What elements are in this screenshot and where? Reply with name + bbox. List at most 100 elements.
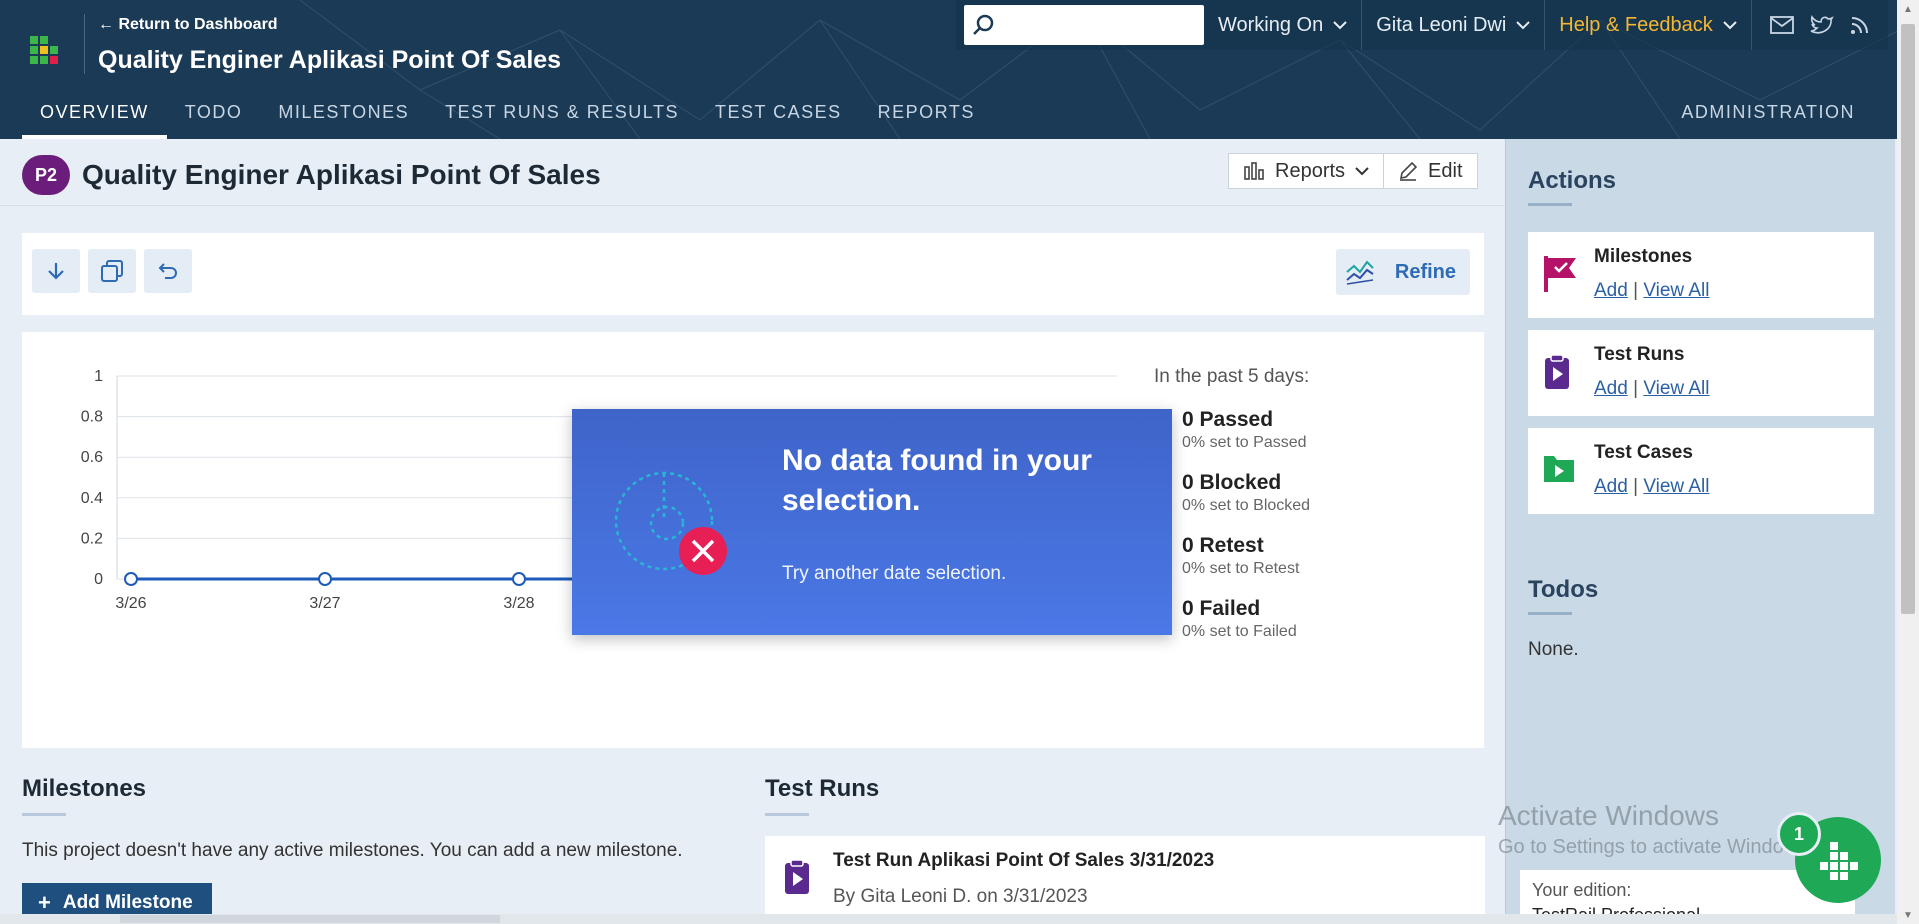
y-tick-label: 0.8 <box>81 409 103 426</box>
copy-icon <box>101 260 123 282</box>
action-card-test-runs: Test Runs Add | View All <box>1528 330 1874 416</box>
social-icons <box>1752 15 1888 35</box>
working-on-label: Working On <box>1218 13 1324 36</box>
scrollbar-thumb[interactable] <box>1901 24 1915 614</box>
top-right-bar: Working On Gita Leoni Dwi Help & Feedbac… <box>956 0 1888 50</box>
scroll-down-icon[interactable]: ▼ <box>1903 910 1913 921</box>
stat-sub: 0% set to Retest <box>1182 560 1300 577</box>
data-point <box>512 572 526 586</box>
chart-type-toggle[interactable] <box>1336 249 1384 295</box>
bar-chart-icon <box>1244 162 1264 180</box>
action-name: Milestones <box>1594 246 1693 267</box>
return-to-dashboard-link[interactable]: ← Return to Dashboard <box>98 16 278 34</box>
vertical-scrollbar[interactable]: ▲ ▼ <box>1897 0 1919 924</box>
header-divider <box>84 14 85 74</box>
no-data-popup: No data found in your selection. Try ano… <box>572 409 1172 635</box>
grid-logo-icon <box>1820 842 1858 880</box>
edit-label: Edit <box>1428 159 1463 182</box>
undo-icon <box>158 263 177 279</box>
test-run-icon <box>1545 354 1569 389</box>
undo-button[interactable] <box>144 249 192 293</box>
horizontal-scrollbar-thumb[interactable] <box>120 915 500 923</box>
user-menu[interactable]: Gita Leoni Dwi <box>1362 0 1546 50</box>
tab-overview[interactable]: OVERVIEW <box>22 96 167 139</box>
scroll-up-icon[interactable]: ▲ <box>1903 4 1913 15</box>
action-card-test-cases: Test Cases Add | View All <box>1528 428 1874 514</box>
x-tick-label: 3/26 <box>115 595 146 612</box>
copy-button[interactable] <box>88 249 136 293</box>
page-title: Quality Enginer Aplikasi Point Of Sales <box>82 159 601 190</box>
twitter-icon[interactable] <box>1810 15 1834 35</box>
chevron-down-icon <box>1723 21 1737 30</box>
tab-test-cases[interactable]: TEST CASES <box>697 96 860 139</box>
title-divider <box>0 205 1505 206</box>
chevron-down-icon <box>1355 167 1369 176</box>
activate-title: Activate Windows <box>1498 800 1719 831</box>
tab-milestones[interactable]: MILESTONES <box>260 96 427 139</box>
stat-sub: 0% set to Failed <box>1182 623 1297 640</box>
stat-retest: 0 Retest 0% set to Retest <box>1136 534 1300 578</box>
tab-administration[interactable]: ADMINISTRATION <box>1681 102 1855 123</box>
test-run-item[interactable]: Test Run Aplikasi Point Of Sales 3/31/20… <box>765 836 1485 924</box>
no-data-title: No data found in your selection. <box>782 444 1092 517</box>
help-feedback-label: Help & Feedback <box>1559 13 1713 36</box>
stat-failed: 0 Failed 0% set to Failed <box>1136 597 1297 641</box>
reports-label: Reports <box>1275 159 1346 182</box>
add-milestone-link[interactable]: Add <box>1594 280 1628 301</box>
action-name: Test Runs <box>1594 344 1685 365</box>
tab-test-runs-results[interactable]: TEST RUNS & RESULTS <box>427 96 697 139</box>
stat-label: 0 Retest <box>1182 534 1264 557</box>
view-all-test-runs-link[interactable]: View All <box>1643 378 1709 399</box>
tab-todo[interactable]: TODO <box>167 96 261 139</box>
add-milestone-label: Add Milestone <box>62 892 193 913</box>
x-tick-label: 3/27 <box>309 595 340 612</box>
header-project-title: Quality Enginer Aplikasi Point Of Sales <box>98 46 562 74</box>
stat-label: 0 Failed <box>1182 597 1261 620</box>
search-box[interactable] <box>964 5 1204 45</box>
activate-windows-watermark: Activate Windows Go to Settings to activ… <box>1498 800 1814 859</box>
x-tick-label: 3/28 <box>503 595 534 612</box>
todos-heading: Todos <box>1528 576 1599 603</box>
testrail-logo[interactable] <box>30 36 62 68</box>
add-test-case-link[interactable]: Add <box>1594 476 1628 497</box>
action-links: Add | View All <box>1594 378 1710 399</box>
help-feedback-menu[interactable]: Help & Feedback <box>1545 0 1752 50</box>
edit-button[interactable]: Edit <box>1384 153 1478 189</box>
add-test-run-link[interactable]: Add <box>1594 378 1628 399</box>
y-tick-label: 0.6 <box>81 449 103 466</box>
working-on-menu[interactable]: Working On <box>1204 0 1363 50</box>
arrow-down-icon <box>48 263 64 280</box>
milestones-underline <box>22 813 66 816</box>
y-tick-label: 0.4 <box>81 490 103 507</box>
test-run-title[interactable]: Test Run Aplikasi Point Of Sales 3/31/20… <box>833 850 1214 872</box>
mail-icon[interactable] <box>1769 16 1794 34</box>
y-tick-label: 0.2 <box>81 530 103 547</box>
stat-label: 0 Passed <box>1182 408 1274 431</box>
no-data-subtitle: Try another date selection. <box>782 563 1007 584</box>
stat-sub: 0% set to Blocked <box>1182 497 1311 514</box>
data-point <box>124 572 138 586</box>
milestone-flag-icon <box>1544 256 1576 292</box>
view-all-test-cases-link[interactable]: View All <box>1643 476 1709 497</box>
plus-icon: + <box>38 890 51 915</box>
tab-reports[interactable]: REPORTS <box>860 96 993 139</box>
test-runs-underline <box>765 813 809 816</box>
rss-icon[interactable] <box>1850 15 1870 35</box>
actions-underline <box>1528 203 1572 206</box>
y-tick-label: 0 <box>94 571 103 588</box>
pencil-icon <box>1400 161 1418 181</box>
refine-button[interactable]: Refine <box>1380 249 1470 295</box>
reports-button[interactable]: Reports <box>1228 153 1385 189</box>
activate-subtitle: Go to Settings to activate Windows. <box>1498 836 1814 858</box>
horizontal-scrollbar[interactable] <box>0 914 1897 924</box>
download-button[interactable] <box>32 249 80 293</box>
action-links: Add | View All <box>1594 476 1710 497</box>
view-all-milestones-link[interactable]: View All <box>1643 280 1709 301</box>
stats-heading: In the past 5 days: <box>1154 366 1310 387</box>
action-name: Test Cases <box>1594 442 1693 463</box>
stat-sub: 0% set to Passed <box>1182 434 1307 451</box>
todos-underline <box>1528 612 1572 615</box>
page-title-row: P2 Quality Enginer Aplikasi Point Of Sal… <box>22 155 601 195</box>
user-name: Gita Leoni Dwi <box>1376 13 1507 36</box>
search-input[interactable] <box>964 5 1204 45</box>
